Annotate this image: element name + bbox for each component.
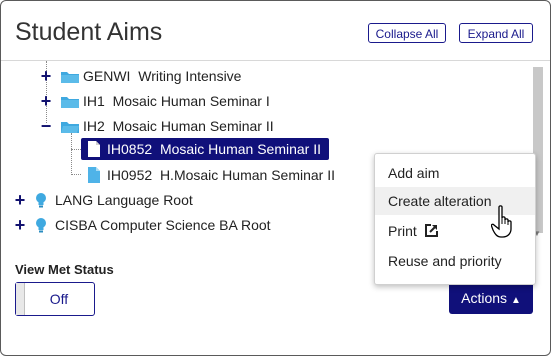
- tree-item-label: H.Mosaic Human Seminar II: [159, 167, 335, 183]
- document-icon: [88, 141, 100, 157]
- expand-icon[interactable]: +: [39, 91, 53, 112]
- menu-item-add-aim[interactable]: Add aim: [375, 159, 535, 187]
- tree-item-code: IH2: [83, 118, 105, 134]
- folder-icon: [61, 96, 79, 108]
- tree-item-label: LANG Language Root: [55, 192, 193, 208]
- menu-item-reuse-and-priority[interactable]: Reuse and priority: [375, 247, 535, 275]
- document-icon: [88, 167, 100, 183]
- view-met-status-label: View Met Status: [15, 262, 114, 277]
- caret-up-icon: ▲: [510, 295, 521, 306]
- tree-item-label: Mosaic Human Seminar II: [112, 118, 274, 134]
- collapse-icon[interactable]: −: [39, 116, 53, 137]
- menu-item-label: Create alteration: [388, 193, 492, 209]
- tree-item-label: Writing Intensive: [138, 68, 242, 84]
- collapse-all-button[interactable]: Collapse All: [368, 23, 446, 43]
- menu-item-label: Reuse and priority: [388, 253, 502, 269]
- external-link-icon: [424, 224, 438, 237]
- expand-icon[interactable]: +: [39, 66, 53, 87]
- tree-item-genwi[interactable]: + GENWI Writing Intensive: [39, 65, 242, 87]
- toggle-state: Off: [49, 291, 69, 307]
- expand-icon[interactable]: +: [13, 190, 27, 211]
- tree-item-ih0852[interactable]: IH0852 Mosaic Human Seminar II: [81, 138, 329, 160]
- expand-all-button[interactable]: Expand All: [459, 23, 533, 43]
- tree-item-ih1[interactable]: + IH1 Mosaic Human Seminar I: [39, 90, 270, 112]
- tree-connector: [71, 149, 81, 150]
- student-aims-panel: Student Aims Collapse All Expand All + G…: [0, 0, 551, 356]
- tree-item-code: GENWI: [83, 68, 131, 84]
- tree-item-code: IH0852: [107, 141, 153, 157]
- lightbulb-icon: [36, 217, 46, 232]
- actions-button[interactable]: Actions ▲: [449, 282, 533, 314]
- lightbulb-icon: [36, 192, 46, 207]
- view-met-status-toggle[interactable]: Off: [15, 282, 95, 316]
- hand-pointer-icon: [491, 205, 512, 238]
- tree-item-label: CISBA Computer Science BA Root: [55, 217, 271, 233]
- tree-item-label: Mosaic Human Seminar II: [159, 141, 321, 157]
- tree-item-ih0952[interactable]: IH0952 H.Mosaic Human Seminar II: [87, 164, 335, 186]
- menu-item-label: Add aim: [388, 165, 440, 181]
- folder-icon: [61, 71, 79, 83]
- expand-icon[interactable]: +: [13, 215, 27, 236]
- tree-item-ih2[interactable]: − IH2 Mosaic Human Seminar II: [39, 115, 274, 137]
- tree-item-lang[interactable]: + LANG Language Root: [13, 189, 193, 211]
- tree-item-code: IH1: [83, 93, 105, 109]
- folder-open-icon: [61, 121, 79, 133]
- tree-item-label: Mosaic Human Seminar I: [112, 93, 270, 109]
- actions-button-label: Actions: [461, 290, 508, 306]
- tree-connector: [71, 133, 72, 173]
- menu-item-label: Print: [388, 223, 417, 239]
- tree-item-code: IH0952: [107, 167, 153, 183]
- tree-connector: [71, 174, 81, 175]
- tree-item-cisba[interactable]: + CISBA Computer Science BA Root: [13, 214, 271, 236]
- panel-title: Student Aims: [15, 18, 163, 46]
